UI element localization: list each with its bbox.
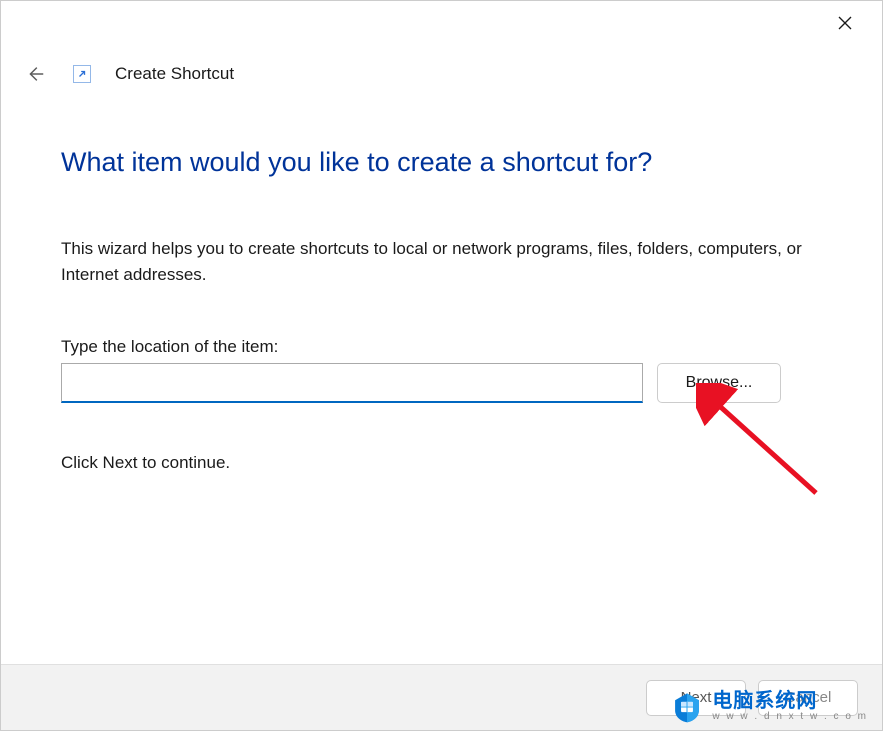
description-text: This wizard helps you to create shortcut… bbox=[61, 236, 821, 289]
wizard-title: Create Shortcut bbox=[115, 64, 234, 84]
next-button[interactable]: Next bbox=[646, 680, 746, 716]
close-icon bbox=[837, 15, 853, 31]
shortcut-icon bbox=[73, 65, 91, 83]
location-input[interactable] bbox=[61, 363, 643, 403]
header: Create Shortcut bbox=[1, 41, 882, 89]
page-heading: What item would you like to create a sho… bbox=[61, 147, 822, 178]
cancel-button[interactable]: Cancel bbox=[758, 680, 858, 716]
continue-hint: Click Next to continue. bbox=[61, 453, 822, 473]
content-area: What item would you like to create a sho… bbox=[1, 89, 882, 473]
close-button[interactable] bbox=[822, 7, 868, 39]
back-button[interactable] bbox=[21, 60, 49, 88]
footer: Next Cancel bbox=[1, 664, 882, 730]
back-arrow-icon bbox=[24, 63, 46, 85]
titlebar bbox=[1, 1, 882, 41]
browse-button[interactable]: Browse... bbox=[657, 363, 781, 403]
location-label: Type the location of the item: bbox=[61, 337, 822, 357]
location-row: Browse... bbox=[61, 363, 822, 403]
